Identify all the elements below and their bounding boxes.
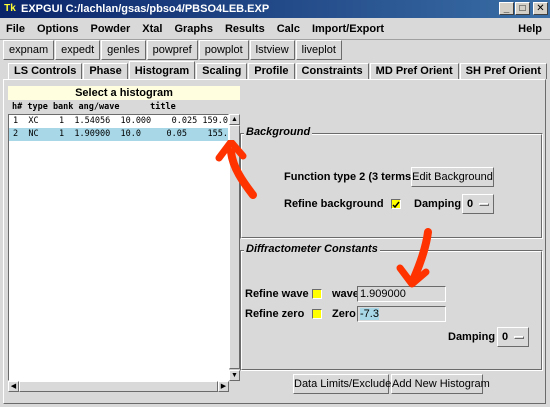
maximize-button[interactable]: □ <box>515 2 530 15</box>
annotation-arrow-down-icon <box>396 228 432 288</box>
annotation-arrow-up-icon <box>215 140 257 199</box>
background-group <box>240 133 543 239</box>
horizontal-scroll-thumb[interactable] <box>19 381 218 392</box>
genles-button[interactable]: genles <box>101 40 146 60</box>
refine-zero-label: Refine zero <box>245 308 305 320</box>
background-function-label: Function type 2 (3 terms) <box>284 171 415 183</box>
diffractometer-damping-label: Damping <box>448 331 496 343</box>
refine-background-checkbox[interactable] <box>391 199 401 209</box>
expnam-button[interactable]: expnam <box>3 40 55 60</box>
diffractometer-damping-value: 0 <box>502 331 509 343</box>
tab-scaling[interactable]: Scaling <box>196 63 248 79</box>
refine-zero-checkbox[interactable] <box>312 309 322 319</box>
background-damping-menu[interactable]: 0 <box>462 194 494 214</box>
close-button[interactable]: ✕ <box>533 2 548 15</box>
menu-options[interactable]: Options <box>31 19 85 39</box>
checkmark-icon <box>392 201 400 209</box>
refine-wave-label: Refine wave <box>245 288 309 300</box>
histogram-listbox[interactable]: 1 XC 1 1.54056 10.000 0.025 159.00 2 NC … <box>8 114 229 381</box>
background-damping-label: Damping <box>414 198 462 210</box>
menu-import-export[interactable]: Import/Export <box>306 19 390 39</box>
option-menu-indicator-icon <box>514 336 524 339</box>
refine-wave-checkbox[interactable] <box>312 289 322 299</box>
lstview-button[interactable]: lstview <box>249 40 295 60</box>
menu-help[interactable]: Help <box>518 18 542 40</box>
powpref-button[interactable]: powpref <box>146 40 198 60</box>
background-legend: Background <box>244 126 313 139</box>
histogram-horizontal-scrollbar[interactable]: ◀ ▶ <box>8 381 229 392</box>
diffractometer-damping-menu[interactable]: 0 <box>497 327 529 347</box>
menubar: File Options Powder Xtal Graphs Results … <box>0 18 550 40</box>
edit-background-button[interactable]: Edit Background <box>411 167 494 187</box>
option-menu-indicator-icon <box>479 203 489 206</box>
histogram-list-header: Select a histogram <box>8 86 240 100</box>
tab-profile[interactable]: Profile <box>248 63 295 79</box>
tab-histogram[interactable]: Histogram <box>128 61 196 79</box>
zero-input[interactable]: -7.3 <box>357 306 446 322</box>
scroll-up-arrow-icon[interactable]: ▲ <box>229 114 240 125</box>
powplot-button[interactable]: powplot <box>198 40 249 60</box>
menu-calc[interactable]: Calc <box>271 19 306 39</box>
notebook-tabs: LS Controls Phase Histogram Scaling Prof… <box>0 61 550 79</box>
minimize-button[interactable]: _ <box>499 2 514 15</box>
tab-ls-controls[interactable]: LS Controls <box>8 63 83 79</box>
menu-graphs[interactable]: Graphs <box>168 19 219 39</box>
window-titlebar[interactable]: Tk EXPGUI C:/lachlan/gsas/pbso4/PBSO4LEB… <box>0 0 550 18</box>
scroll-right-arrow-icon[interactable]: ▶ <box>218 381 229 392</box>
expedt-button[interactable]: expedt <box>55 40 101 60</box>
add-new-histogram-button[interactable]: Add New Histogram <box>391 374 490 394</box>
tab-sh-pref-orient[interactable]: SH Pref Orient <box>459 63 547 79</box>
tab-phase[interactable]: Phase <box>83 63 128 79</box>
menu-powder[interactable]: Powder <box>85 19 137 39</box>
liveplot-button[interactable]: liveplot <box>295 40 342 60</box>
zero-label: Zero <box>332 308 356 320</box>
background-damping-value: 0 <box>467 198 474 210</box>
window-title: EXPGUI C:/lachlan/gsas/pbso4/PBSO4LEB.EX… <box>21 3 270 15</box>
program-toolbar: expnam expedt genles powpref powplot lst… <box>3 40 343 62</box>
menu-results[interactable]: Results <box>219 19 271 39</box>
histogram-selector: Select a histogram h# type bank ang/wave… <box>8 86 240 396</box>
menu-xtal[interactable]: Xtal <box>136 19 168 39</box>
tab-constraints[interactable]: Constraints <box>295 63 369 79</box>
tk-app-icon: Tk <box>4 3 16 14</box>
histogram-row-1[interactable]: 1 XC 1 1.54056 10.000 0.025 159.00 <box>9 115 228 128</box>
histogram-column-header: h# type bank ang/wave title <box>12 102 176 112</box>
menu-file[interactable]: File <box>0 19 31 39</box>
scroll-down-arrow-icon[interactable]: ▼ <box>229 370 240 381</box>
diffractometer-legend: Diffractometer Constants <box>244 243 380 256</box>
histogram-row-2[interactable]: 2 NC 1 1.90900 10.0 0.05 155.9 <box>9 128 228 141</box>
refine-background-label: Refine background <box>284 198 384 210</box>
tab-md-pref-orient[interactable]: MD Pref Orient <box>369 63 459 79</box>
data-limits-exclude-button[interactable]: Data Limits/Exclude <box>293 374 391 394</box>
wave-label: wave <box>332 288 359 300</box>
scroll-left-arrow-icon[interactable]: ◀ <box>8 381 19 392</box>
